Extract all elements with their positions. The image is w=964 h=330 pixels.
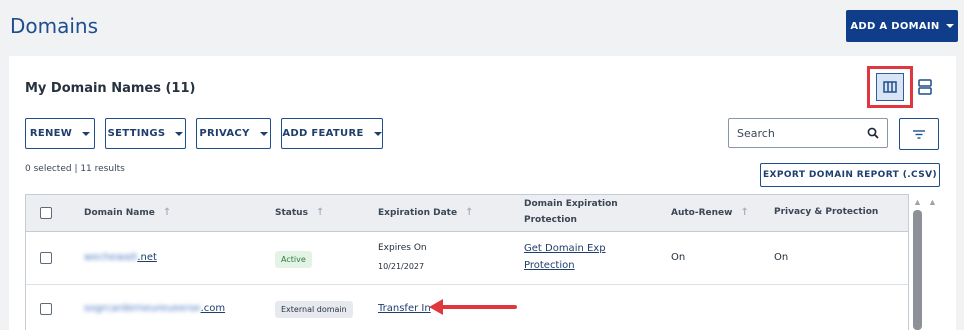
add-domain-label: ADD A DOMAIN — [850, 20, 940, 32]
scroll-up-icon[interactable]: ▲ — [913, 197, 922, 207]
col-domain-exp-protection: Domain Expiration Protection — [524, 199, 618, 225]
expires-date: 10/21/2027 — [378, 262, 425, 271]
chevron-down-icon — [945, 24, 954, 28]
col-auto-renew[interactable]: Auto-Renew ↑ — [671, 207, 749, 218]
scroll-up-icon[interactable]: ▲ — [928, 197, 937, 207]
privacy-value: On — [774, 252, 789, 263]
annotation-arrow — [429, 299, 517, 315]
auto-renew-value: On — [671, 252, 686, 263]
select-all-checkbox[interactable] — [40, 207, 52, 219]
domains-card: My Domain Names (11) RENEW SETTINGS PRIV… — [9, 56, 956, 330]
sort-arrow-icon: ↑ — [740, 207, 749, 218]
domain-name-redacted: wechewait — [84, 252, 138, 263]
sort-arrow-icon: ↑ — [162, 207, 172, 218]
domain-link[interactable]: wechewait.net — [84, 252, 157, 263]
page-title: Domains — [10, 14, 99, 38]
col-domain-name-label: Domain Name — [84, 207, 155, 218]
settings-label: SETTINGS — [107, 128, 166, 139]
domain-tld: .net — [137, 252, 157, 263]
filter-button[interactable] — [899, 118, 939, 150]
table-header: Domain Name ↑ Status ↑ Expiration Date ↑ Do… — [26, 195, 908, 232]
col-privacy-label: Privacy & Protection — [774, 207, 879, 217]
search-icon — [867, 127, 879, 139]
status-badge: Active — [275, 251, 312, 268]
search-placeholder: Search — [737, 126, 775, 140]
row-view-icon — [918, 79, 932, 95]
col-protection-label-2: Protection — [524, 215, 577, 225]
row-checkbox[interactable] — [40, 252, 52, 264]
annotation-highlight-box — [867, 66, 913, 108]
privacy-label: PRIVACY — [199, 128, 250, 139]
transfer-in-link[interactable]: Transfer In — [378, 303, 431, 314]
sort-arrow-icon: ↑ — [315, 207, 325, 218]
settings-dropdown[interactable]: SETTINGS — [105, 118, 186, 149]
renew-dropdown[interactable]: RENEW — [25, 118, 95, 149]
col-status-label: Status — [275, 207, 308, 218]
col-status[interactable]: Status ↑ — [275, 207, 324, 218]
renew-label: RENEW — [29, 128, 73, 139]
export-csv-button[interactable]: EXPORT DOMAIN REPORT (.CSV) — [760, 163, 940, 187]
status-badge: External domain — [275, 301, 353, 318]
add-domain-button[interactable]: ADD A DOMAIN — [846, 10, 958, 42]
filter-icon — [913, 130, 925, 139]
chevron-down-icon — [175, 131, 184, 136]
row-checkbox[interactable] — [40, 303, 52, 315]
add-feature-label: ADD FEATURE — [282, 128, 364, 139]
card-title: My Domain Names (11) — [25, 81, 196, 96]
col-auto-renew-label: Auto-Renew — [671, 207, 733, 218]
table-row: wechewait.net Active Expires On 10/21/20… — [26, 232, 908, 285]
chevron-down-icon — [373, 131, 382, 136]
get-exp-protection-link-2[interactable]: Protection — [524, 260, 575, 271]
chevron-down-icon — [82, 131, 91, 136]
sort-arrow-icon: ↑ — [465, 207, 474, 218]
domain-tld: .com — [200, 303, 226, 314]
privacy-dropdown[interactable]: PRIVACY — [196, 118, 271, 149]
col-protection-label-1: Domain Expiration — [524, 199, 618, 209]
search-input[interactable]: Search — [728, 118, 888, 148]
add-feature-dropdown[interactable]: ADD FEATURE — [281, 118, 383, 149]
col-domain-name[interactable]: Domain Name ↑ — [84, 207, 171, 218]
domain-link[interactable]: sogrcarderneureueerse.com — [84, 303, 225, 314]
col-expiration-date[interactable]: Expiration Date ↑ — [378, 207, 473, 218]
selection-count: 0 selected | 11 results — [25, 164, 125, 174]
expires-label: Expires On — [378, 243, 427, 253]
vertical-scrollbar[interactable] — [913, 210, 922, 330]
col-expiration-label: Expiration Date — [378, 207, 458, 218]
get-exp-protection-link-1[interactable]: Get Domain Exp — [524, 243, 606, 254]
col-privacy: Privacy & Protection — [774, 207, 878, 217]
row-view-button[interactable] — [911, 73, 939, 101]
chevron-down-icon — [259, 131, 268, 136]
domain-name-redacted: sogrcarderneureueerse — [84, 303, 201, 314]
